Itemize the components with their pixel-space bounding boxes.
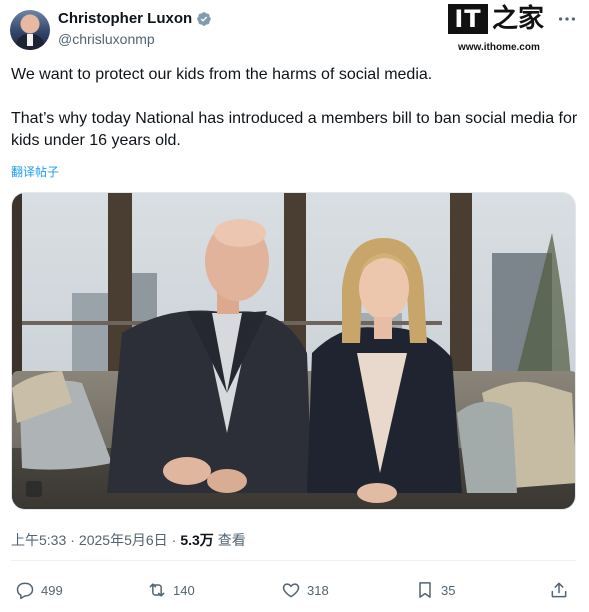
like-button[interactable]: 318: [281, 576, 329, 604]
like-icon: [282, 583, 300, 598]
repost-count: 140: [173, 582, 195, 598]
tweet-paragraph: We want to protect our kids from the har…: [11, 66, 433, 83]
reply-count: 499: [41, 582, 63, 598]
divider: [11, 560, 576, 561]
like-count: 318: [307, 582, 329, 598]
share-icon: [551, 582, 567, 598]
tweet-text: We want to protect our kids from the har…: [11, 64, 579, 152]
ithome-logo-chinese: 之家: [492, 4, 545, 34]
handle[interactable]: @chrisluxonmp: [58, 31, 212, 47]
verified-badge-icon: [197, 11, 212, 26]
views-label: 查看: [217, 532, 246, 548]
tweet-date[interactable]: 2025年5月6日: [79, 530, 168, 550]
ithome-logo: IT: [448, 4, 488, 34]
bookmark-button[interactable]: 35: [415, 576, 455, 604]
bookmark-icon: [419, 582, 431, 598]
avatar[interactable]: [10, 10, 50, 50]
meta-separator: ·: [70, 532, 75, 548]
action-bar: 499 140 318 35: [11, 576, 576, 604]
reply-button[interactable]: 499: [15, 576, 63, 604]
translate-link[interactable]: 翻译帖子: [11, 163, 59, 180]
repost-icon: [149, 583, 165, 597]
more-icon[interactable]: [556, 8, 578, 30]
tweet-meta: 上午5:33 · 2025年5月6日 · 5.3万 查看: [11, 530, 246, 550]
display-name[interactable]: Christopher Luxon: [58, 10, 192, 27]
tweet-time[interactable]: 上午5:33: [11, 530, 66, 550]
meta-separator: ·: [171, 532, 177, 548]
tweet-paragraph: That’s why today National has introduced…: [11, 110, 578, 149]
author-names: Christopher Luxon @chrisluxonmp: [58, 10, 212, 47]
tweet-video[interactable]: [11, 192, 576, 510]
ithome-watermark: IT 之家 www.ithome.com: [448, 4, 548, 56]
share-button[interactable]: [549, 576, 569, 604]
ithome-url: www.ithome.com: [458, 42, 540, 53]
repost-button[interactable]: 140: [147, 576, 195, 604]
reply-icon: [16, 582, 34, 600]
video-badge-icon: [26, 481, 42, 497]
bookmark-count: 35: [441, 582, 456, 598]
video-frame: [12, 193, 575, 509]
views-count: 5.3万: [180, 532, 214, 548]
